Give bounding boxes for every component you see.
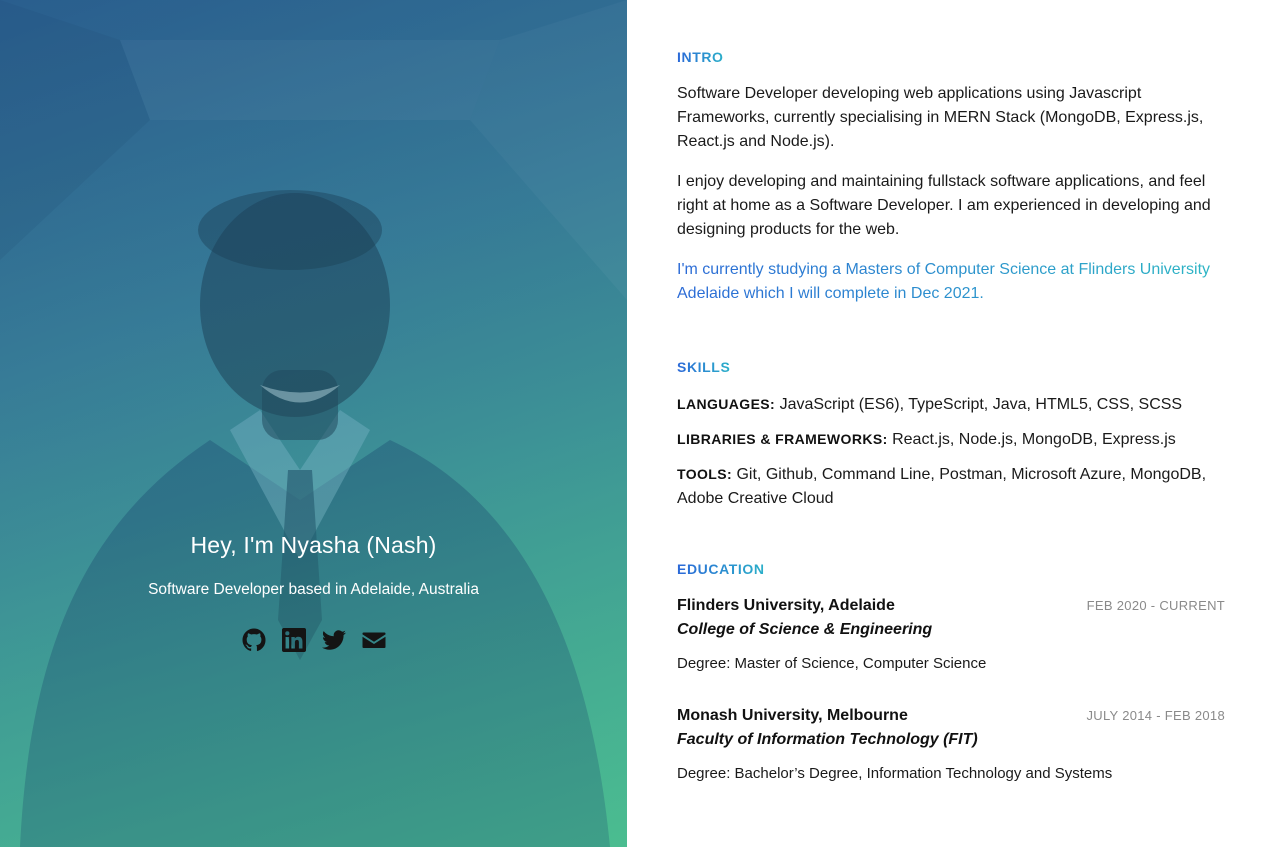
twitter-link[interactable] — [321, 627, 347, 653]
skill-label: LANGUAGES: — [677, 396, 776, 412]
degree-label: Degree: — [677, 765, 731, 782]
degree-value: Bachelor’s Degree, Information Technolog… — [734, 765, 1113, 782]
education-heading: EDUCATION — [677, 557, 765, 581]
intro-section: Software Developer developing web applic… — [677, 82, 1227, 322]
twitter-icon — [321, 630, 346, 650]
github-link[interactable] — [241, 627, 267, 653]
skill-row-tools: TOOLS: Git, Github, Command Line, Postma… — [677, 462, 1227, 511]
skills-section: LANGUAGES: JavaScript (ES6), TypeScript,… — [677, 392, 1227, 521]
intro-paragraph-2: I enjoy developing and maintaining fulls… — [677, 173, 1211, 238]
hero-title: Hey, I'm Nyasha (Nash) — [190, 532, 437, 558]
email-icon — [362, 632, 385, 648]
intro-paragraph-3: I'm currently studying a Masters of Comp… — [677, 258, 1227, 306]
faculty-name: Faculty of Information Technology (FIT) — [677, 731, 978, 748]
skill-label: LIBRARIES & FRAMEWORKS: — [677, 431, 888, 447]
education-item: Flinders University, Adelaide FEB 2020 -… — [677, 594, 1225, 676]
skill-value: JavaScript (ES6), TypeScript, Java, HTML… — [779, 396, 1183, 413]
linkedin-icon — [281, 628, 306, 652]
hero-overlay — [0, 0, 627, 847]
skills-heading: SKILLS — [677, 355, 730, 379]
skill-value: Git, Github, Command Line, Postman, Micr… — [677, 466, 1207, 507]
skill-label: TOOLS: — [677, 466, 733, 482]
skill-row-languages: LANGUAGES: JavaScript (ES6), TypeScript,… — [677, 392, 1227, 417]
intro-paragraph-1: Software Developer developing web applic… — [677, 85, 1204, 150]
degree-label: Degree: — [677, 655, 731, 672]
linkedin-link[interactable] — [281, 627, 307, 653]
education-dates: FEB 2020 - CURRENT — [1086, 598, 1225, 613]
hero-content: Hey, I'm Nyasha (Nash) Software Develope… — [0, 532, 627, 653]
degree-line: Degree: Bachelor’s Degree, Information T… — [677, 762, 1225, 786]
github-icon — [242, 628, 266, 652]
hero-subtitle: Software Developer based in Adelaide, Au… — [148, 581, 479, 598]
social-links — [0, 627, 627, 653]
degree-value: Master of Science, Computer Science — [734, 655, 987, 672]
faculty-name: College of Science & Engineering — [677, 621, 933, 638]
degree-line: Degree: Master of Science, Computer Scie… — [677, 652, 1225, 676]
hero-panel: Hey, I'm Nyasha (Nash) Software Develope… — [0, 0, 627, 847]
skill-row-libraries: LIBRARIES & FRAMEWORKS: React.js, Node.j… — [677, 427, 1227, 452]
skill-value: React.js, Node.js, MongoDB, Express.js — [892, 431, 1176, 448]
email-link[interactable] — [361, 627, 387, 653]
education-dates: JULY 2014 - FEB 2018 — [1086, 708, 1225, 723]
education-item: Monash University, Melbourne JULY 2014 -… — [677, 704, 1225, 786]
intro-heading: INTRO — [677, 45, 724, 69]
